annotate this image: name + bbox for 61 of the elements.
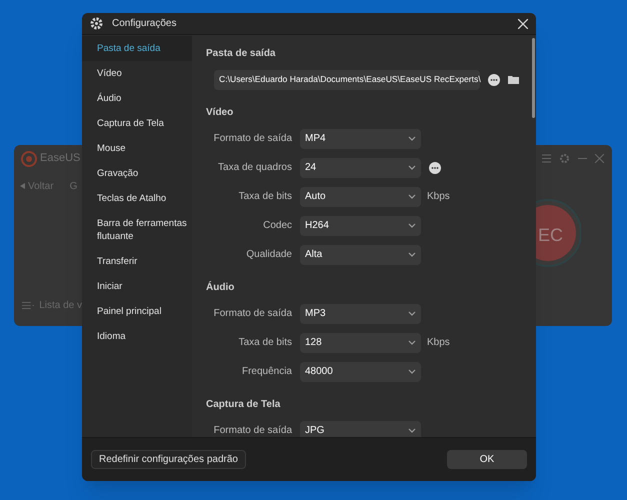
folder-icon[interactable] [508, 74, 520, 84]
field-label: Formato de saída [212, 307, 292, 321]
sidebar-item[interactable]: Iniciar [82, 274, 192, 299]
sidebar-item[interactable]: Áudio [82, 86, 192, 111]
field-label: Taxa de bits [238, 190, 292, 204]
reset-button[interactable]: Redefinir configurações padrão [91, 450, 246, 469]
chevron-down-icon [408, 223, 416, 228]
section-title: Vídeo [206, 106, 234, 120]
sidebar-item[interactable]: Vídeo [82, 61, 192, 86]
sidebar-item[interactable]: Teclas de Atalho [82, 186, 192, 211]
field-label: Frequência [240, 365, 292, 379]
chevron-down-icon [408, 428, 416, 433]
field-label: Formato de saída [212, 424, 292, 437]
sidebar-item[interactable]: Gravação [82, 161, 192, 186]
field-label: Qualidade [245, 248, 292, 262]
chevron-down-icon [408, 252, 416, 257]
settings-icon [90, 17, 103, 30]
field-label: Taxa de bits [238, 336, 292, 350]
section-title: Áudio [206, 280, 234, 294]
app-title: EaseUS [40, 151, 80, 166]
path-field[interactable]: C:\Users\Eduardo Harada\Documents\EaseUS\EaseUS RecExperts\ [214, 70, 480, 90]
dropdown[interactable]: 128 [300, 332, 421, 352]
field-label: Codec [262, 219, 292, 233]
back-arrow-icon [20, 183, 25, 189]
sidebar-item[interactable]: Painel principal [82, 299, 192, 324]
dropdown[interactable]: Auto [300, 186, 421, 206]
list-icon [22, 300, 34, 310]
unit-label: Kbps [427, 336, 450, 350]
dropdown[interactable]: MP3 [300, 304, 421, 324]
settings-icon[interactable] [559, 153, 570, 164]
chevron-down-icon [408, 340, 416, 345]
window-title: Configurações [112, 17, 176, 31]
more-icon[interactable] [488, 74, 500, 86]
sidebar-item[interactable]: Idioma [82, 324, 192, 349]
chevron-down-icon [408, 194, 416, 199]
menu-icon[interactable] [542, 154, 551, 163]
scrollbar[interactable] [532, 38, 535, 118]
dropdown[interactable]: Alta [300, 244, 421, 264]
sidebar-item[interactable]: Mouse [82, 136, 192, 161]
record-label: EC [538, 224, 564, 247]
dropdown[interactable]: H264 [300, 216, 421, 236]
chevron-down-icon [408, 165, 416, 170]
chevron-down-icon [408, 369, 416, 374]
dropdown[interactable]: 24 [300, 158, 421, 178]
more-icon[interactable] [429, 162, 441, 174]
chevron-down-icon [408, 136, 416, 141]
sidebar-item[interactable]: Pasta de saída [82, 36, 192, 61]
logo-icon [21, 150, 37, 166]
sidebar-item[interactable]: Transferir [82, 249, 192, 274]
chevron-down-icon [408, 311, 416, 316]
sidebar-item[interactable]: Barra de ferramentas flutuante [82, 211, 192, 249]
section-title: Captura de Tela [206, 398, 280, 412]
ok-button[interactable]: OK [447, 450, 527, 469]
field-label: Taxa de quadros [217, 161, 292, 175]
section-title: Pasta de saída [206, 46, 276, 60]
dropdown[interactable]: 48000 [300, 362, 421, 382]
dropdown[interactable]: MP4 [300, 128, 421, 148]
sidebar-item[interactable]: Captura de Tela [82, 111, 192, 136]
field-label: Formato de saída [212, 132, 292, 146]
dropdown[interactable]: JPG [300, 420, 421, 437]
unit-label: Kbps [427, 190, 450, 204]
